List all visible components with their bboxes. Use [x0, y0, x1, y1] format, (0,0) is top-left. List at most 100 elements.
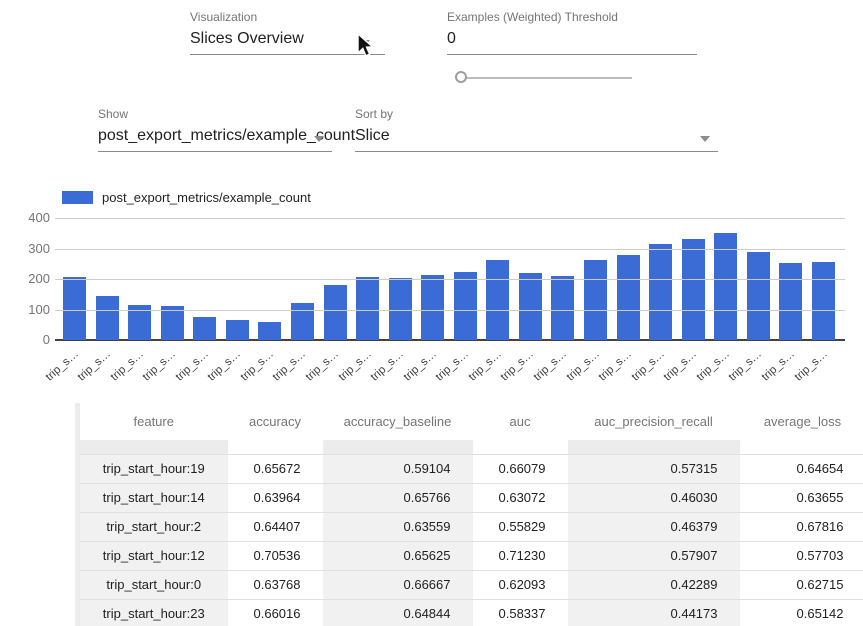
chart-legend: post_export_metrics/example_count: [62, 190, 311, 205]
bar-14[interactable]: [519, 273, 542, 340]
mouse-cursor-icon: [356, 33, 377, 64]
column-header-feature[interactable]: feature: [78, 403, 228, 440]
table-row: trip_start_hour:120.705360.656250.712300…: [78, 541, 863, 570]
metric-cell: 0.46379: [568, 512, 740, 541]
column-filter-input[interactable]: [228, 440, 323, 454]
metric-cell: 0.65766: [323, 483, 473, 512]
chevron-down-icon[interactable]: [314, 136, 324, 142]
bar-1[interactable]: [96, 296, 119, 340]
x-tick-label: trip_s…: [20, 348, 80, 404]
column-filter-input[interactable]: [323, 440, 473, 454]
feature-cell: trip_start_hour:12: [78, 541, 228, 570]
show-label: Show: [98, 107, 332, 121]
gridline-100: [55, 310, 845, 311]
slider-track[interactable]: [462, 77, 632, 79]
feature-cell: trip_start_hour:19: [78, 454, 228, 483]
bar-8[interactable]: [324, 285, 347, 340]
metric-cell: 0.62093: [473, 570, 568, 599]
metrics-table: featureaccuracyaccuracy_baselineaucauc_p…: [75, 403, 863, 626]
metric-cell: 0.64654: [740, 454, 863, 483]
slider-thumb[interactable]: [455, 71, 467, 83]
visualization-label: Visualization: [190, 10, 385, 24]
table-body: trip_start_hour:190.656720.591040.660790…: [78, 454, 863, 626]
column-filter-input[interactable]: [568, 440, 740, 454]
column-header-auc_precision_recall[interactable]: auc_precision_recall: [568, 403, 740, 440]
metric-cell: 0.67816: [740, 512, 863, 541]
metric-cell: 0.71230: [473, 541, 568, 570]
bar-13[interactable]: [486, 260, 509, 340]
threshold-value[interactable]: 0: [447, 30, 697, 55]
metric-cell: 0.62715: [740, 570, 863, 599]
table-row: trip_start_hour:140.639640.657660.63072 0…: [78, 483, 863, 512]
metric-cell: 0.63655: [740, 483, 863, 512]
metric-cell: 0.57315: [568, 454, 740, 483]
table-row: trip_start_hour:230.660160.648440.583370…: [78, 599, 863, 626]
metric-cell: 0.66079: [473, 454, 568, 483]
metric-cell: 0.42289: [568, 570, 740, 599]
metric-cell: 0.65625: [323, 541, 473, 570]
threshold-slider[interactable]: [447, 68, 647, 88]
metric-cell: 0.63559: [323, 512, 473, 541]
bar-17[interactable]: [617, 255, 640, 340]
bar-21[interactable]: [747, 252, 770, 340]
metric-cell: 0.63072: [473, 483, 568, 512]
column-header-accuracy[interactable]: accuracy: [228, 403, 323, 440]
bar-15[interactable]: [551, 276, 574, 340]
feature-cell: trip_start_hour:0: [78, 570, 228, 599]
table-header-row: featureaccuracyaccuracy_baselineaucauc_p…: [78, 403, 863, 440]
gridline-400: [55, 218, 845, 219]
feature-cell: trip_start_hour:2: [78, 512, 228, 541]
metric-cell: 0.66016: [228, 599, 323, 626]
column-filter-input[interactable]: [78, 440, 228, 454]
y-tick-label: 200: [16, 271, 50, 286]
metric-cell: 0.66667: [323, 570, 473, 599]
metric-cell: 0.59104: [323, 454, 473, 483]
column-header-average_loss[interactable]: average_loss: [740, 403, 863, 440]
table-row: trip_start_hour:190.656720.591040.660790…: [78, 454, 863, 483]
sort-by-select[interactable]: Sort by Slice: [355, 107, 718, 152]
y-tick-label: 100: [16, 302, 50, 317]
bar-9[interactable]: [356, 277, 379, 340]
bar-18[interactable]: [649, 244, 672, 340]
bar-6[interactable]: [258, 322, 281, 340]
bar-19[interactable]: [682, 239, 705, 340]
metric-cell: 0.58337: [473, 599, 568, 626]
metric-cell: 0.63964: [228, 483, 323, 512]
metric-cell: 0.57703: [740, 541, 863, 570]
feature-cell: trip_start_hour:23: [78, 599, 228, 626]
table-filter-row: [78, 440, 863, 454]
chevron-down-icon[interactable]: [700, 136, 710, 142]
show-value[interactable]: post_export_metrics/example_count: [98, 127, 332, 152]
sort-by-value[interactable]: Slice: [355, 127, 718, 152]
bar-11[interactable]: [421, 275, 444, 340]
show-metric-select[interactable]: Show post_export_metrics/example_count: [98, 107, 332, 152]
y-tick-label: 300: [16, 241, 50, 256]
bar-12[interactable]: [454, 272, 477, 340]
column-header-accuracy_baseline[interactable]: accuracy_baseline: [323, 403, 473, 440]
column-filter-input[interactable]: [740, 440, 863, 454]
metric-cell: 0.65142: [740, 599, 863, 626]
threshold-input[interactable]: Examples (Weighted) Threshold 0: [447, 10, 697, 55]
legend-label: post_export_metrics/example_count: [102, 190, 311, 205]
bar-23[interactable]: [812, 262, 835, 340]
bar-7[interactable]: [291, 303, 314, 340]
legend-swatch: [62, 191, 93, 204]
column-filter-input[interactable]: [473, 440, 568, 454]
metric-cell: 0.70536: [228, 541, 323, 570]
bar-3[interactable]: [161, 306, 184, 340]
table-row: trip_start_hour:20.644070.635590.558290.…: [78, 512, 863, 541]
metric-cell: 0.44173: [568, 599, 740, 626]
y-tick-label: 0: [16, 332, 50, 347]
bar-0[interactable]: [63, 277, 86, 340]
gridline-300: [55, 249, 845, 250]
column-header-auc[interactable]: auc: [473, 403, 568, 440]
metric-cell: 0.65672: [228, 454, 323, 483]
metric-cell: 0.57907: [568, 541, 740, 570]
bar-16[interactable]: [584, 260, 607, 340]
bar-5[interactable]: [226, 320, 249, 340]
threshold-label: Examples (Weighted) Threshold: [447, 10, 697, 24]
bar-4[interactable]: [193, 317, 216, 340]
feature-cell: trip_start_hour:14: [78, 483, 228, 512]
bar-22[interactable]: [779, 263, 802, 340]
metric-cell: 0.63768: [228, 570, 323, 599]
